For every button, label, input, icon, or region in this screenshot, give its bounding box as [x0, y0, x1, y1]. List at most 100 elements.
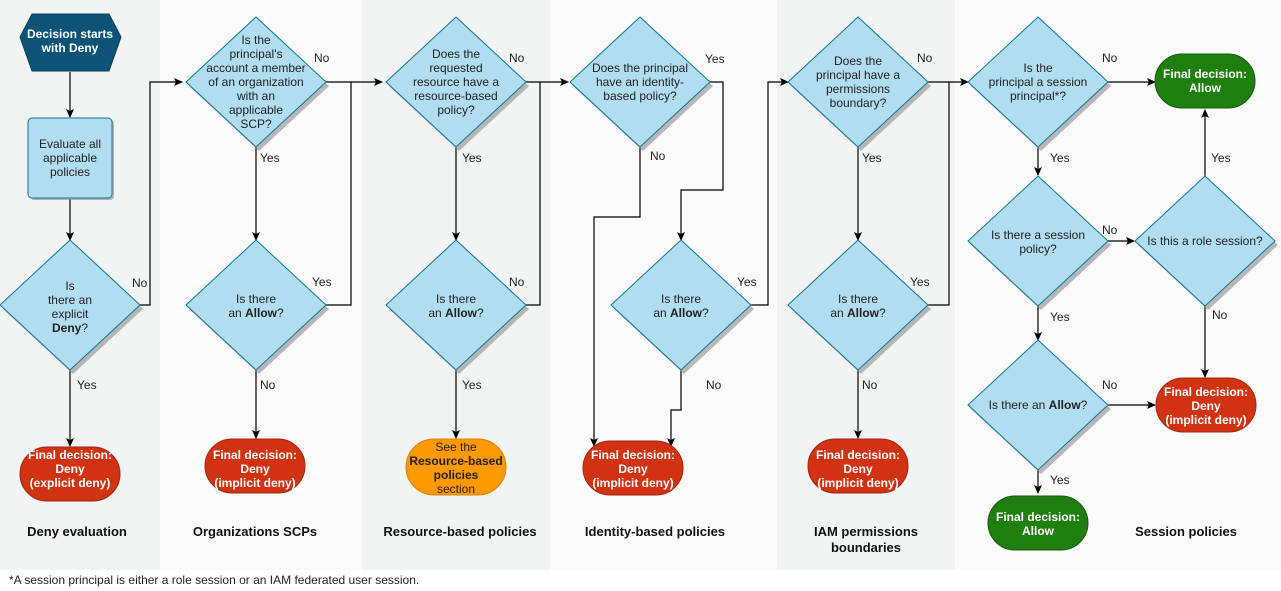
- svg-text:SCP?: SCP?: [240, 117, 272, 131]
- svg-text:policy?: policy?: [437, 103, 475, 117]
- section-title-deny: Deny evaluation: [27, 524, 127, 539]
- svg-text:principal's: principal's: [230, 47, 283, 61]
- outcome-ibp-implicit-deny: Final decision: Deny (implicit deny): [582, 440, 684, 496]
- outcome-scp-implicit-deny: Final decision: Deny (implicit deny): [204, 438, 306, 494]
- footnote: *A session principal is either a role se…: [9, 573, 419, 587]
- outcome-explicit-deny: Final decision: Deny (explicit deny): [19, 446, 121, 502]
- label-yes: Yes: [1050, 473, 1070, 487]
- svg-text:Is there: Is there: [661, 292, 701, 306]
- svg-text:Final decision:: Final decision:: [213, 448, 297, 462]
- policy-evaluation-flowchart: No Yes No Yes Yes No No Yes No Yes Yes N…: [0, 0, 1281, 587]
- svg-text:Is: Is: [65, 279, 74, 293]
- svg-text:principal a session: principal a session: [989, 75, 1088, 89]
- label-no: No: [1102, 378, 1118, 392]
- svg-text:Does the principal: Does the principal: [592, 61, 688, 75]
- svg-text:Deny: Deny: [240, 462, 270, 476]
- label-yes: Yes: [1050, 151, 1070, 165]
- label-no: No: [1102, 223, 1118, 237]
- svg-text:Is there a session: Is there a session: [991, 228, 1085, 242]
- svg-text:(explicit deny): (explicit deny): [30, 476, 111, 490]
- svg-text:Is the: Is the: [241, 33, 271, 47]
- svg-text:Is the: Is the: [1023, 61, 1053, 75]
- label-yes: Yes: [462, 378, 482, 392]
- svg-text:an Allow?: an Allow?: [228, 306, 284, 320]
- label-no: No: [862, 378, 878, 392]
- label-no: No: [917, 51, 933, 65]
- svg-text:See the: See the: [435, 440, 477, 454]
- svg-text:Final decision:: Final decision:: [996, 510, 1080, 524]
- label-no: No: [650, 149, 666, 163]
- svg-text:(implicit deny): (implicit deny): [1165, 413, 1246, 427]
- svg-text:policies: policies: [50, 165, 90, 179]
- label-yes: Yes: [910, 275, 930, 289]
- label-no: No: [509, 51, 525, 65]
- svg-text:resource have a: resource have a: [413, 75, 499, 89]
- label-yes: Yes: [737, 275, 757, 289]
- svg-text:Deny?: Deny?: [52, 321, 88, 335]
- label-no: No: [314, 51, 330, 65]
- label-no: No: [260, 378, 276, 392]
- label-yes: Yes: [462, 151, 482, 165]
- svg-text:requested: requested: [429, 61, 482, 75]
- label-yes: Yes: [1211, 151, 1231, 165]
- svg-text:applicable: applicable: [43, 151, 97, 165]
- section-title-pb-line2: boundaries: [831, 540, 901, 555]
- svg-text:Is there: Is there: [436, 292, 476, 306]
- svg-text:there an: there an: [48, 293, 92, 307]
- outcome-session-allow-top: Final decision: Allow: [1154, 53, 1256, 109]
- svg-text:Deny: Deny: [843, 462, 873, 476]
- svg-text:an Allow?: an Allow?: [428, 306, 484, 320]
- outcome-see-resource-based: See the Resource-based policies section: [405, 438, 507, 496]
- svg-text:Final decision:: Final decision:: [1163, 67, 1247, 81]
- label-yes: Yes: [1050, 310, 1070, 324]
- svg-text:permissions: permissions: [826, 82, 890, 96]
- label-yes: Yes: [312, 275, 332, 289]
- svg-text:Final decision:: Final decision:: [1164, 385, 1248, 399]
- outcome-session-implicit-deny: Final decision: Deny (implicit deny): [1155, 377, 1257, 433]
- svg-text:based policy?: based policy?: [603, 89, 677, 103]
- svg-text:explicit: explicit: [52, 307, 89, 321]
- svg-text:applicable: applicable: [229, 103, 283, 117]
- svg-text:Decision starts: Decision starts: [27, 27, 113, 41]
- svg-text:Evaluate all: Evaluate all: [39, 137, 101, 151]
- svg-text:Is there an Allow?: Is there an Allow?: [989, 398, 1088, 412]
- svg-text:Resource-based: Resource-based: [409, 454, 502, 468]
- svg-text:Deny: Deny: [1191, 399, 1221, 413]
- section-title-scp: Organizations SCPs: [193, 524, 317, 539]
- svg-text:boundary?: boundary?: [830, 96, 887, 110]
- svg-text:Allow: Allow: [1189, 81, 1222, 95]
- svg-text:with Deny: with Deny: [41, 41, 99, 55]
- label-no: No: [706, 378, 722, 392]
- svg-text:Allow: Allow: [1022, 524, 1055, 538]
- svg-text:Final decision:: Final decision:: [28, 448, 112, 462]
- start-node: Decision starts with Deny: [19, 13, 122, 72]
- evaluate-all-policies-box: Evaluate all applicable policies: [27, 117, 114, 200]
- outcome-session-allow-bottom: Final decision: Allow: [987, 495, 1089, 551]
- svg-text:of an organization: of an organization: [208, 75, 303, 89]
- svg-text:Is this a role session?: Is this a role session?: [1147, 234, 1263, 248]
- section-title-rbp: Resource-based policies: [383, 524, 536, 539]
- svg-text:policies: policies: [434, 468, 479, 482]
- svg-text:Final decision:: Final decision:: [816, 448, 900, 462]
- label-yes: Yes: [77, 378, 97, 392]
- label-no: No: [509, 275, 525, 289]
- label-no: No: [1102, 51, 1118, 65]
- label-yes: Yes: [705, 52, 725, 66]
- svg-text:policy?: policy?: [1019, 242, 1057, 256]
- svg-text:account a member: account a member: [206, 61, 305, 75]
- svg-text:Deny: Deny: [55, 462, 85, 476]
- svg-text:Final decision:: Final decision:: [591, 448, 675, 462]
- svg-text:resource-based: resource-based: [414, 89, 497, 103]
- svg-text:(implicit deny): (implicit deny): [817, 476, 898, 490]
- outcome-pb-implicit-deny: Final decision: Deny (implicit deny): [807, 438, 909, 494]
- svg-text:(implicit deny): (implicit deny): [592, 476, 673, 490]
- svg-text:section: section: [437, 482, 475, 496]
- svg-text:Does the: Does the: [834, 54, 882, 68]
- label-no: No: [1212, 308, 1228, 322]
- svg-text:Is there: Is there: [236, 292, 276, 306]
- svg-text:Deny: Deny: [618, 462, 648, 476]
- svg-text:Is there: Is there: [838, 292, 878, 306]
- section-title-pb: IAM permissions: [814, 524, 918, 539]
- svg-text:with an: with an: [236, 89, 275, 103]
- svg-text:an Allow?: an Allow?: [653, 306, 709, 320]
